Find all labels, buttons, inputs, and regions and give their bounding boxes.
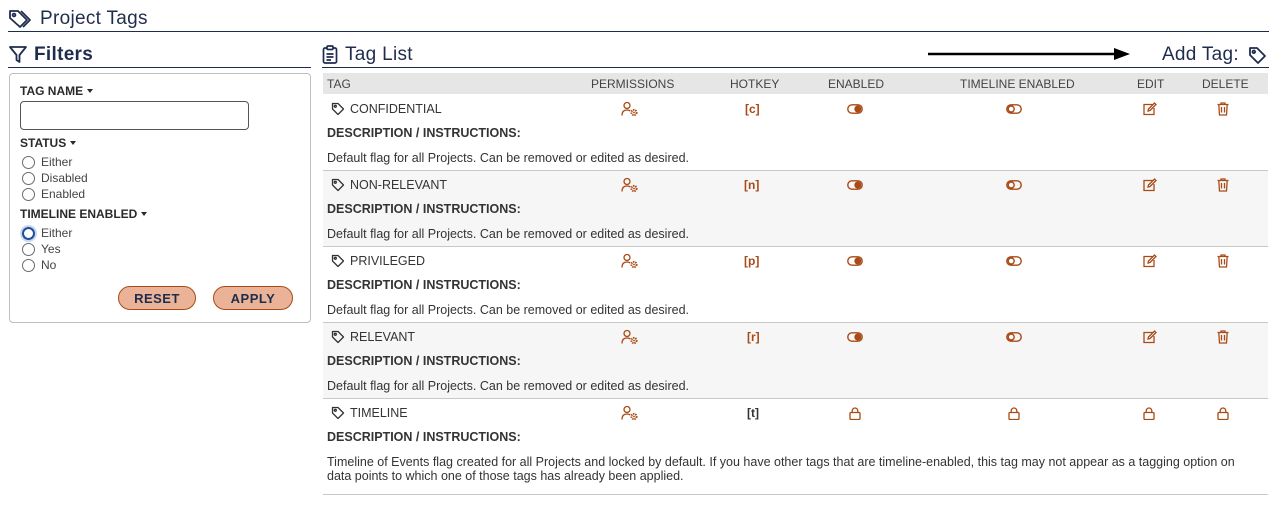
tags-icon xyxy=(8,9,32,29)
add-tag-label: Add Tag: xyxy=(1161,44,1239,65)
toggle-off-icon[interactable] xyxy=(1006,328,1022,346)
user-gear-icon[interactable] xyxy=(621,100,639,118)
toggle-on-icon[interactable] xyxy=(847,328,863,346)
status-option-disabled[interactable]: Disabled xyxy=(20,170,300,186)
tag-list-header: Tag List Add Tag: xyxy=(322,42,1269,68)
description-text: Default flag for all Projects. Can be re… xyxy=(327,303,689,317)
description-label: DESCRIPTION / INSTRUCTIONS: xyxy=(327,278,521,292)
column-header-delete: DELETE xyxy=(1202,77,1249,91)
radio-button[interactable] xyxy=(22,187,35,201)
caret-down-icon xyxy=(141,212,148,216)
user-gear-icon[interactable] xyxy=(621,328,639,346)
tag-list-title: Tag List xyxy=(345,43,413,65)
status-option-enabled[interactable]: Enabled xyxy=(20,186,300,202)
tag-name-cell: CONFIDENTIAL xyxy=(331,100,442,118)
filter-icon xyxy=(8,45,28,64)
user-gear-icon[interactable] xyxy=(621,252,639,270)
description-text: Default flag for all Projects. Can be re… xyxy=(327,227,689,241)
radio-button[interactable] xyxy=(22,155,35,169)
column-header-timeline-enabled: TIMELINE ENABLED xyxy=(960,77,1075,91)
edit-icon[interactable] xyxy=(1142,252,1157,270)
hotkey-label: [c] xyxy=(745,102,760,116)
page-title: Project Tags xyxy=(40,7,148,29)
trash-icon[interactable] xyxy=(1217,176,1229,194)
page-header: Project Tags xyxy=(8,6,1269,32)
tag-name-cell: RELEVANT xyxy=(331,328,415,346)
description-label: DESCRIPTION / INSTRUCTIONS: xyxy=(327,126,521,140)
timeline-enabled-filter-label[interactable]: TIMELINE ENABLED xyxy=(20,207,300,221)
edit-icon[interactable] xyxy=(1142,328,1157,346)
table-row: NON-RELEVANT [n] DESCRIPTION / INSTRUCTI… xyxy=(323,171,1268,247)
tag-name-cell: PRIVILEGED xyxy=(331,252,425,270)
lock-icon xyxy=(1143,404,1155,422)
hotkey-label: [t] xyxy=(747,406,759,420)
status-filter-label[interactable]: STATUS xyxy=(20,136,300,150)
tag-icon xyxy=(331,178,345,192)
clipboard-list-icon xyxy=(322,45,338,64)
hotkey-label: [p] xyxy=(744,254,760,268)
filters-header: Filters xyxy=(8,42,311,68)
toggle-on-icon[interactable] xyxy=(847,176,863,194)
description-label: DESCRIPTION / INSTRUCTIONS: xyxy=(327,202,521,216)
toggle-on-icon[interactable] xyxy=(847,100,863,118)
tag-name-cell: TIMELINE xyxy=(331,404,408,422)
filters-title: Filters xyxy=(34,43,94,65)
radio-button[interactable] xyxy=(22,242,35,256)
description-text: Timeline of Events flag created for all … xyxy=(327,455,1235,483)
table-row: CONFIDENTIAL [c] DESCRIPTION / INSTRUCTI… xyxy=(323,95,1268,171)
trash-icon[interactable] xyxy=(1217,100,1229,118)
column-header-permissions: PERMISSIONS xyxy=(591,77,675,91)
table-row: RELEVANT [r] DESCRIPTION / INSTRUCTIONS:… xyxy=(323,323,1268,399)
column-header-tag: TAG xyxy=(327,77,351,91)
user-gear-icon[interactable] xyxy=(621,404,639,422)
arrow-right-icon xyxy=(928,46,1130,62)
table-row: PRIVILEGED [p] DESCRIPTION / INSTRUCTION… xyxy=(323,247,1268,323)
timeline-option-either[interactable]: Either xyxy=(20,225,300,241)
tag-icon xyxy=(331,330,345,344)
tag-name-cell: NON-RELEVANT xyxy=(331,176,447,194)
description-label: DESCRIPTION / INSTRUCTIONS: xyxy=(327,430,521,444)
lock-icon xyxy=(1217,404,1229,422)
status-option-either[interactable]: Either xyxy=(20,154,300,170)
tag-table-body: CONFIDENTIAL [c] DESCRIPTION / INSTRUCTI… xyxy=(323,95,1268,495)
radio-button[interactable] xyxy=(22,226,35,240)
trash-icon[interactable] xyxy=(1217,328,1229,346)
tag-icon[interactable] xyxy=(1248,46,1267,65)
trash-icon[interactable] xyxy=(1217,252,1229,270)
hotkey-label: [n] xyxy=(744,178,760,192)
toggle-on-icon[interactable] xyxy=(847,252,863,270)
tag-name-filter-label[interactable]: TAG NAME xyxy=(20,84,300,98)
hotkey-label: [r] xyxy=(747,330,760,344)
caret-down-icon xyxy=(70,141,77,145)
timeline-option-yes[interactable]: Yes xyxy=(20,241,300,257)
column-header-enabled: ENABLED xyxy=(828,77,885,91)
toggle-off-icon[interactable] xyxy=(1006,176,1022,194)
toggle-off-icon[interactable] xyxy=(1006,100,1022,118)
description-label: DESCRIPTION / INSTRUCTIONS: xyxy=(327,354,521,368)
reset-button[interactable]: RESET xyxy=(118,286,196,310)
radio-button[interactable] xyxy=(22,171,35,185)
column-header-edit: EDIT xyxy=(1137,77,1165,91)
apply-button[interactable]: APPLY xyxy=(213,286,293,310)
table-row: TIMELINE [t] DESCRIPTION / INSTRUCTIONS:… xyxy=(323,399,1268,495)
tag-icon xyxy=(331,102,345,116)
toggle-off-icon[interactable] xyxy=(1006,252,1022,270)
edit-icon[interactable] xyxy=(1142,100,1157,118)
filters-panel: TAG NAME STATUS Either Disabled Enabled … xyxy=(9,73,311,323)
tag-name-input[interactable] xyxy=(20,101,249,130)
tag-icon xyxy=(331,254,345,268)
lock-icon xyxy=(849,404,861,422)
edit-icon[interactable] xyxy=(1142,176,1157,194)
radio-button[interactable] xyxy=(22,258,35,272)
caret-down-icon xyxy=(87,89,94,93)
description-text: Default flag for all Projects. Can be re… xyxy=(327,151,689,165)
timeline-option-no[interactable]: No xyxy=(20,257,300,273)
user-gear-icon[interactable] xyxy=(621,176,639,194)
tag-table-header: TAG PERMISSIONS HOTKEY ENABLED TIMELINE … xyxy=(323,73,1268,94)
column-header-hotkey: HOTKEY xyxy=(730,77,780,91)
lock-icon xyxy=(1008,404,1020,422)
description-text: Default flag for all Projects. Can be re… xyxy=(327,379,689,393)
tag-icon xyxy=(331,406,345,420)
add-tag-button[interactable]: Add Tag: xyxy=(1162,42,1267,68)
